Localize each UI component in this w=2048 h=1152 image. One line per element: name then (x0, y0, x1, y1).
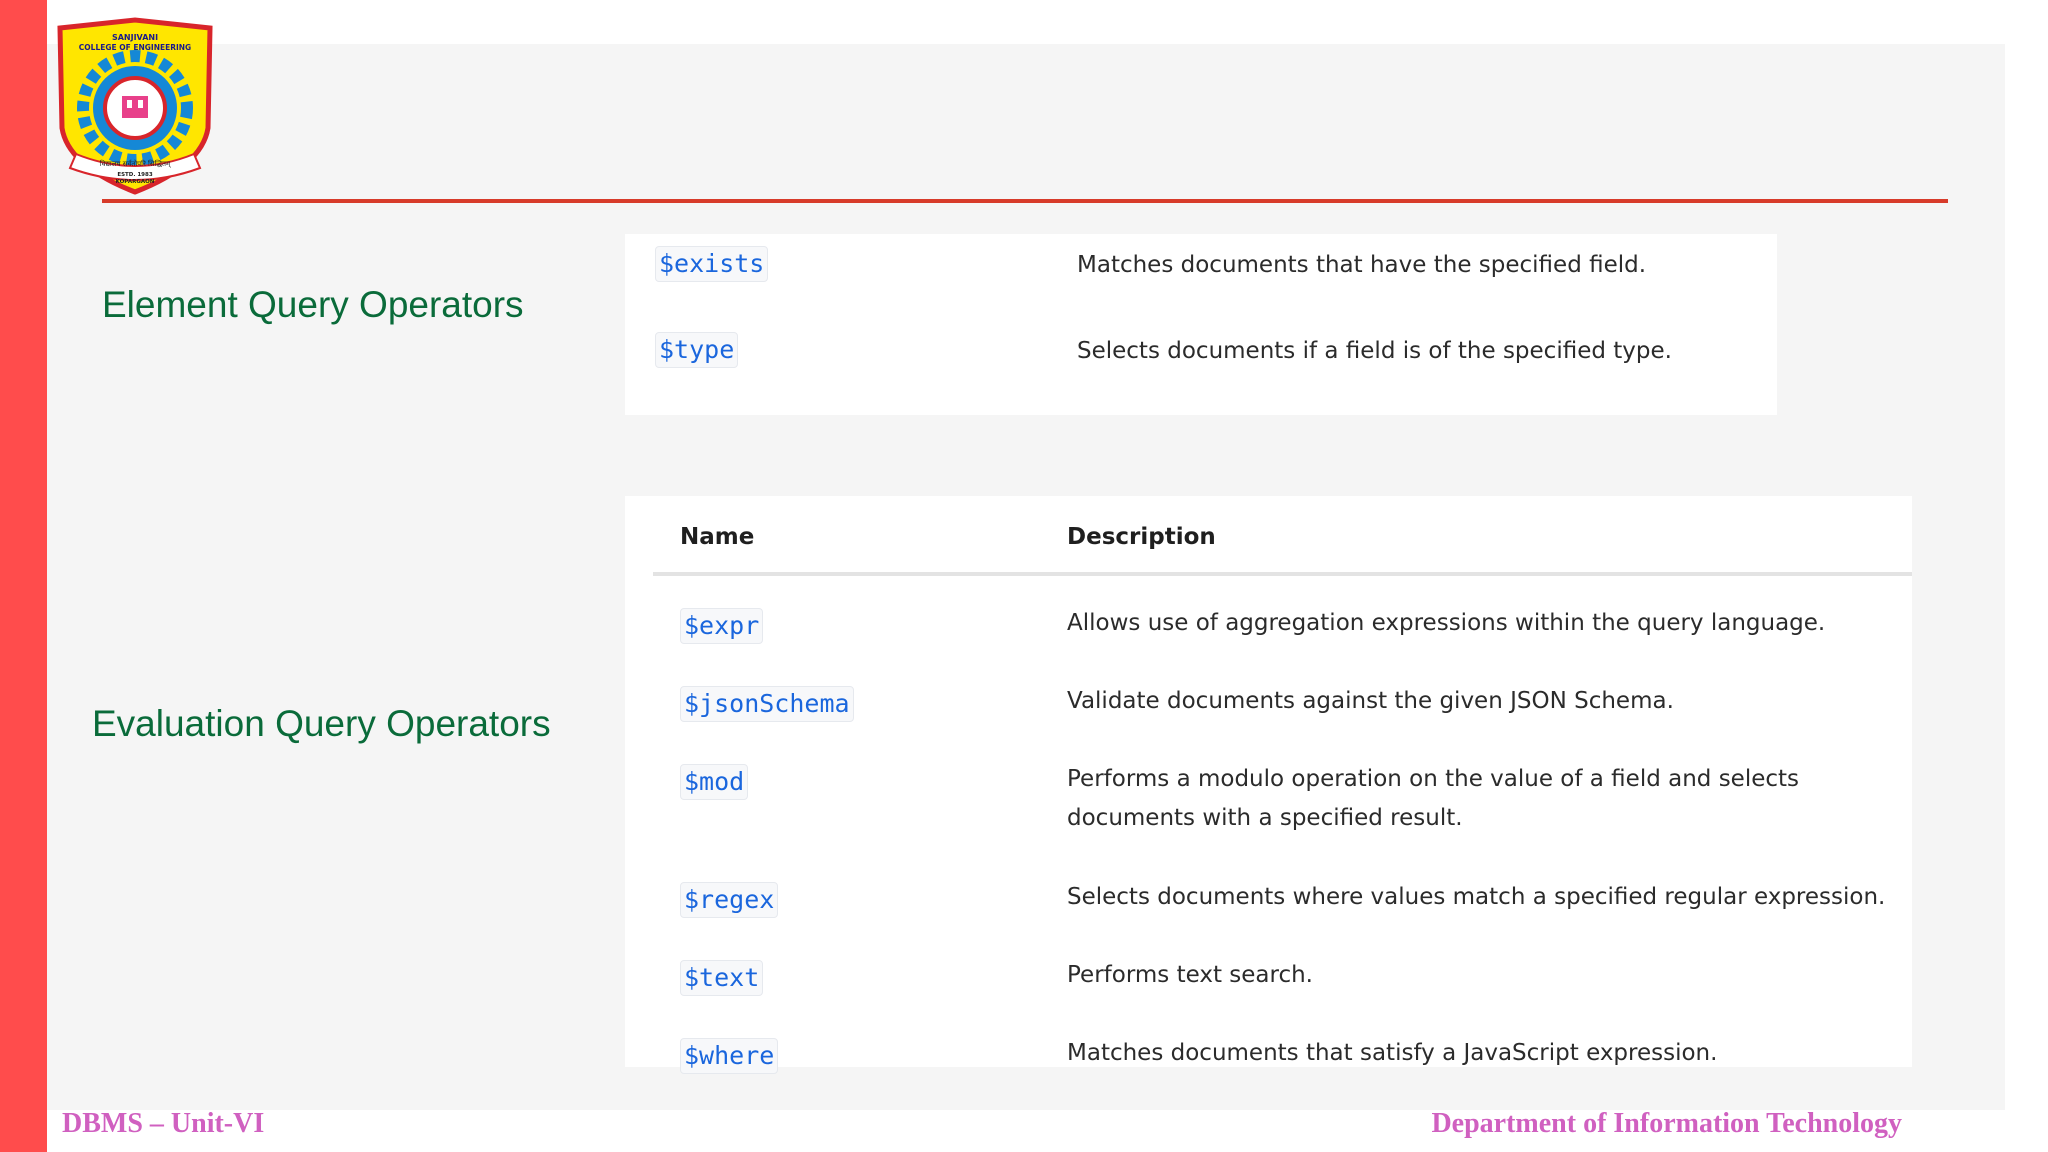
operator-description: Performs text search. (1067, 962, 1313, 988)
column-header-name: Name (680, 524, 755, 550)
operator-link[interactable]: $where (680, 1038, 779, 1074)
operator-description: Allows use of aggregation expressions wi… (1067, 610, 1826, 636)
operator-link[interactable]: $jsonSchema (680, 686, 854, 722)
svg-text:विद्यालय सर्वतोपरि सिद्धितम्: विद्यालय सर्वतोपरि सिद्धितम् (100, 159, 171, 168)
operator-description: Selects documents if a field is of the s… (1077, 338, 1672, 364)
left-accent-bar (0, 0, 47, 1152)
operator-description: Performs a modulo operation on the value… (1067, 766, 1800, 792)
footer-department-label: Department of Information Technology (1431, 1108, 1902, 1139)
operator-link[interactable]: $regex (680, 882, 779, 918)
evaluation-operators-heading: Evaluation Query Operators (92, 703, 551, 744)
svg-text:ESTD. 1983: ESTD. 1983 (117, 172, 153, 178)
element-operators-heading: Element Query Operators (102, 284, 524, 325)
operator-link[interactable]: $type (655, 332, 739, 368)
operator-description: Validate documents against the given JSO… (1067, 688, 1674, 714)
operator-link[interactable]: $text (680, 960, 764, 996)
operator-link[interactable]: $expr (680, 608, 764, 644)
element-operators-table: $exists Matches documents that have the … (625, 234, 1777, 415)
evaluation-operators-table: Name Description $expr Allows use of agg… (625, 496, 1912, 1074)
operator-description: Matches documents that satisfy a JavaScr… (1067, 1040, 1718, 1066)
column-header-description: Description (1067, 524, 1216, 550)
operator-link[interactable]: $mod (680, 764, 749, 800)
operator-description: Selects documents where values match a s… (1067, 884, 1886, 910)
operator-description: Matches documents that have the specifie… (1077, 252, 1647, 278)
header-divider-line (653, 572, 1912, 576)
header-divider (102, 199, 1948, 203)
college-logo: SANJIVANI COLLEGE OF ENGINEERING विद्याल… (57, 17, 213, 195)
svg-text:SANJIVANI: SANJIVANI (112, 33, 158, 42)
operator-description-continued: documents with a specified result. (1067, 805, 1463, 831)
operator-link[interactable]: $exists (655, 246, 769, 282)
svg-text:KOPARGAON: KOPARGAON (116, 179, 155, 185)
footer-course-label: DBMS – Unit-VI (62, 1108, 265, 1139)
